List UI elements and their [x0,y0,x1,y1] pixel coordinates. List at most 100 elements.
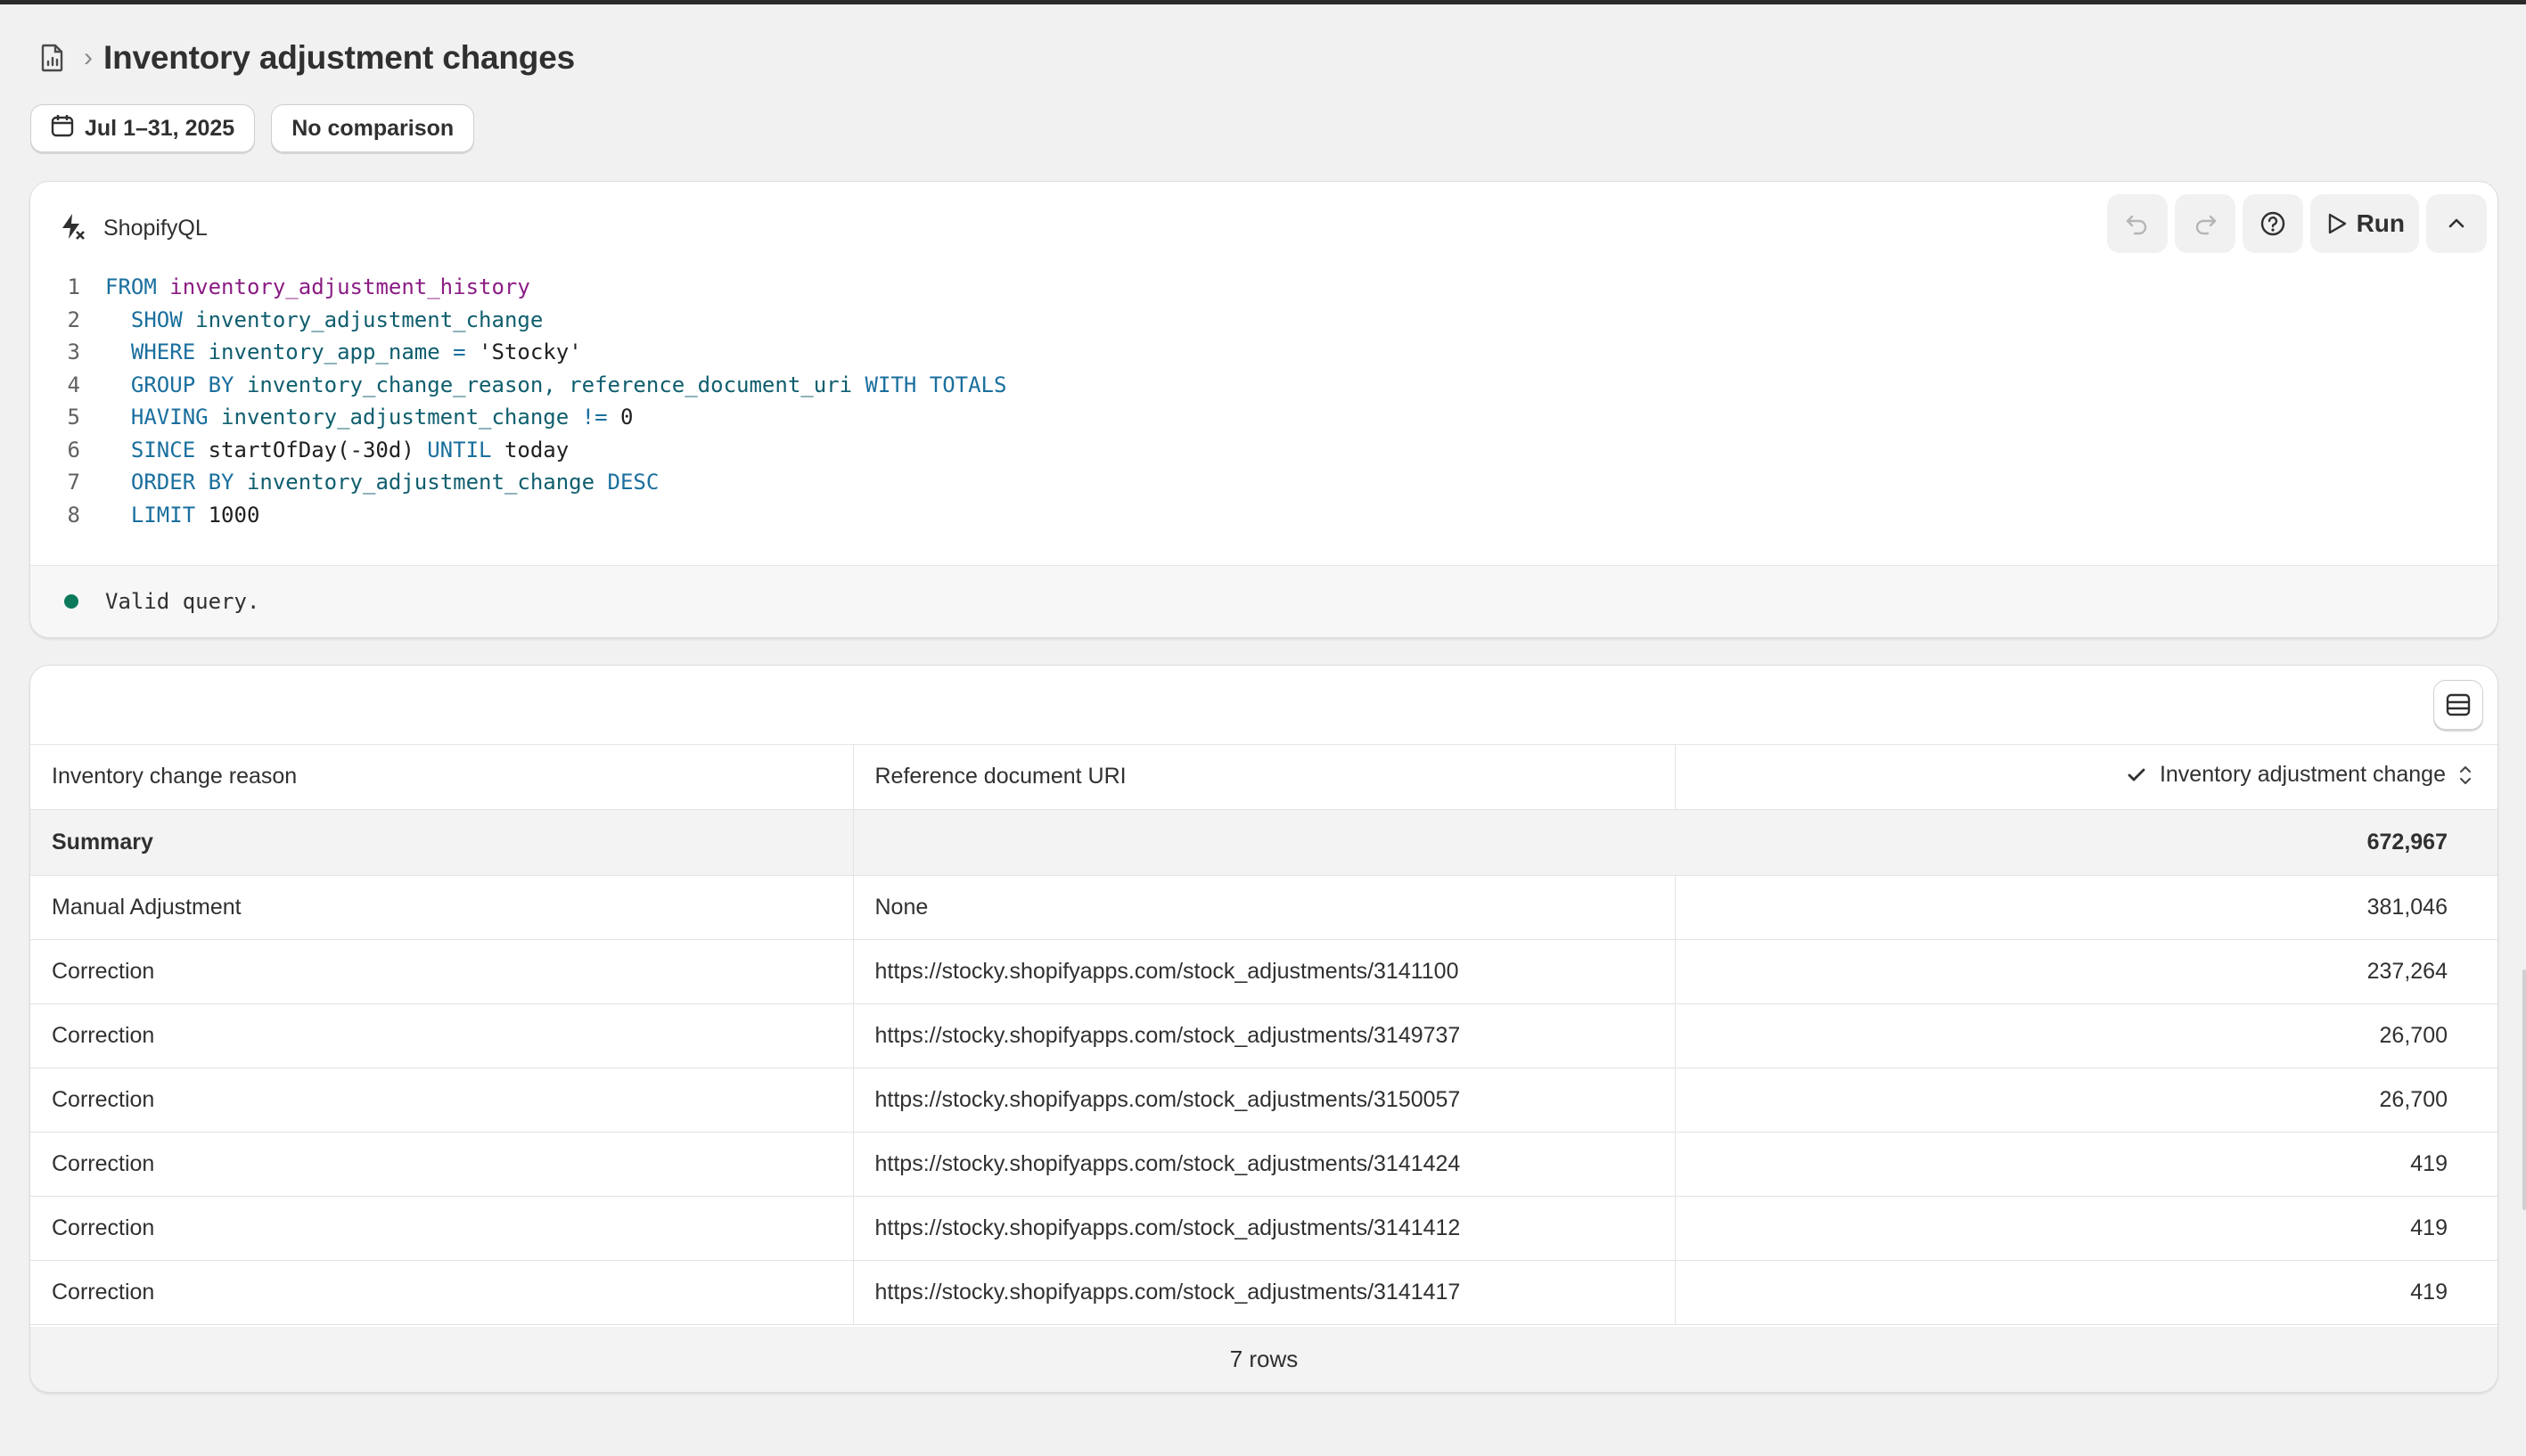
date-range-button[interactable]: Jul 1–31, 2025 [30,104,256,152]
code-line[interactable]: 1 FROM inventory_adjustment_history [30,271,2497,304]
cell-value: 419 [1674,1260,2497,1325]
column-header-adjustment-label: Inventory adjustment change [2159,762,2446,787]
cell-value: 237,264 [1674,939,2497,1004]
code-token: today [504,437,570,462]
code-token: inventory_adjustment_history [169,274,530,300]
comparison-button[interactable]: No comparison [271,104,475,152]
column-header-reason[interactable]: Inventory change reason [30,745,853,810]
code-editor[interactable]: 1 FROM inventory_adjustment_history 2 SHOW… [30,271,2497,531]
calendar-icon [51,114,74,143]
help-icon [2260,211,2284,236]
table-row: Manual Adjustment None 381,046 [30,875,2497,940]
code-line[interactable]: 8 LIMIT 1000 [30,499,2497,532]
cell-uri: https://stocky.shopifyapps.com/stock_adj… [852,1196,1675,1261]
code-token: WITH TOTALS [865,372,1007,397]
query-status-bar: Valid query. [30,565,2497,637]
cell-reason: Correction [30,1003,853,1068]
undo-button[interactable] [2106,194,2168,253]
cell-reason: Manual Adjustment [30,875,853,940]
table-row: Correction https://stocky.shopifyapps.com… [30,1196,2497,1261]
status-message: Valid query. [105,589,260,614]
filter-bar: Jul 1–31, 2025 No comparison [30,104,475,152]
cell-uri: None [852,875,1675,940]
summary-label: Summary [30,809,853,876]
results-card: Inventory change reason Reference docume… [29,665,2498,1393]
table-row: Correction https://stocky.shopifyapps.com… [30,1132,2497,1197]
line-number: 3 [67,339,80,365]
shopifyql-icon [57,212,86,245]
check-icon [2128,768,2145,781]
code-token: startOfDay(-30d) [208,437,428,462]
table-header-row: Inventory change reason Reference docume… [30,745,2497,810]
code-token: FROM [105,274,170,300]
cell-uri: https://stocky.shopifyapps.com/stock_adj… [852,1260,1675,1325]
run-label: Run [2356,209,2405,237]
page-scrollbar[interactable] [2522,969,2526,1210]
table-row: Correction https://stocky.shopifyapps.com… [30,939,2497,1004]
line-number: 1 [67,274,80,300]
date-range-label: Jul 1–31, 2025 [85,115,235,141]
editor-header: ShopifyQL [57,209,208,248]
cell-uri: https://stocky.shopifyapps.com/stock_adj… [852,1132,1675,1197]
cell-value: 26,700 [1674,1067,2497,1133]
table-view-icon [2446,693,2471,716]
code-line[interactable]: 4 GROUP BY inventory_change_reason, refe… [30,369,2497,402]
run-button[interactable]: Run [2309,194,2419,253]
code-line[interactable]: 5 HAVING inventory_adjustment_change != … [30,401,2497,434]
line-number: 8 [67,502,80,528]
cell-value: 381,046 [1674,875,2497,940]
cell-reason: Correction [30,939,853,1004]
code-line[interactable]: 3 WHERE inventory_app_name = 'Stocky' [30,336,2497,369]
code-token: inventory_adjustment_change [195,307,544,332]
summary-value: 672,967 [1675,809,2497,876]
code-token: DESC [607,470,660,495]
report-icon[interactable] [41,43,68,73]
cell-uri: https://stocky.shopifyapps.com/stock_adj… [852,939,1675,1004]
code-token: inventory_app_name [208,339,454,365]
editor-toolbar: Run [2106,194,2487,253]
code-token: = [453,339,480,365]
results-table: Inventory change reason Reference docume… [30,745,2497,1325]
code-token: ORDER BY [105,470,247,495]
page-title: Inventory adjustment changes [103,39,575,76]
help-button[interactable] [2242,194,2303,253]
undo-icon [2126,215,2146,235]
code-token: HAVING [105,405,222,430]
collapse-button[interactable] [2426,194,2487,253]
play-icon [2328,213,2346,234]
code-token: inventory_change_reason, reference_docum… [246,372,865,397]
sort-icon [2459,765,2472,784]
column-header-uri[interactable]: Reference document URI [852,745,1675,810]
top-bar [0,0,2526,4]
line-number: 6 [67,437,80,462]
cell-uri: https://stocky.shopifyapps.com/stock_adj… [852,1067,1675,1133]
cell-value: 419 [1674,1132,2497,1197]
editor-label: ShopifyQL [103,215,208,241]
query-editor-card: ShopifyQL Run 1 FROM inventory_adjustment… [29,181,2498,638]
line-number: 5 [67,405,80,430]
cell-reason: Correction [30,1067,853,1133]
breadcrumb-chevron: › [84,43,93,72]
cell-value: 26,700 [1674,1003,2497,1068]
code-token: 0 [619,405,634,430]
row-count-footer: 7 rows [30,1327,2497,1392]
comparison-label: No comparison [291,115,455,141]
cell-value: 419 [1674,1196,2497,1261]
code-line[interactable]: 2 SHOW inventory_adjustment_change [30,304,2497,337]
line-number: 2 [67,307,80,332]
code-token: 'Stocky' [479,339,582,365]
cell-reason: Correction [30,1260,853,1325]
code-token: LIMIT [105,502,209,528]
cell-uri: https://stocky.shopifyapps.com/stock_adj… [852,1003,1675,1068]
table-row: Correction https://stocky.shopifyapps.com… [30,1260,2497,1325]
redo-button[interactable] [2174,194,2235,253]
table-view-button[interactable] [2433,680,2483,730]
line-number: 7 [67,470,80,495]
code-token: inventory_adjustment_change [246,470,608,495]
column-header-adjustment[interactable]: Inventory adjustment change [1674,745,2497,810]
results-toolbar [30,666,2497,745]
code-token: inventory_adjustment_change [221,405,582,430]
page-header: › Inventory adjustment changes [41,36,575,80]
code-line[interactable]: 7 ORDER BY inventory_adjustment_change D… [30,466,2497,499]
code-line[interactable]: 6 SINCE startOfDay(-30d) UNTIL today [30,434,2497,467]
